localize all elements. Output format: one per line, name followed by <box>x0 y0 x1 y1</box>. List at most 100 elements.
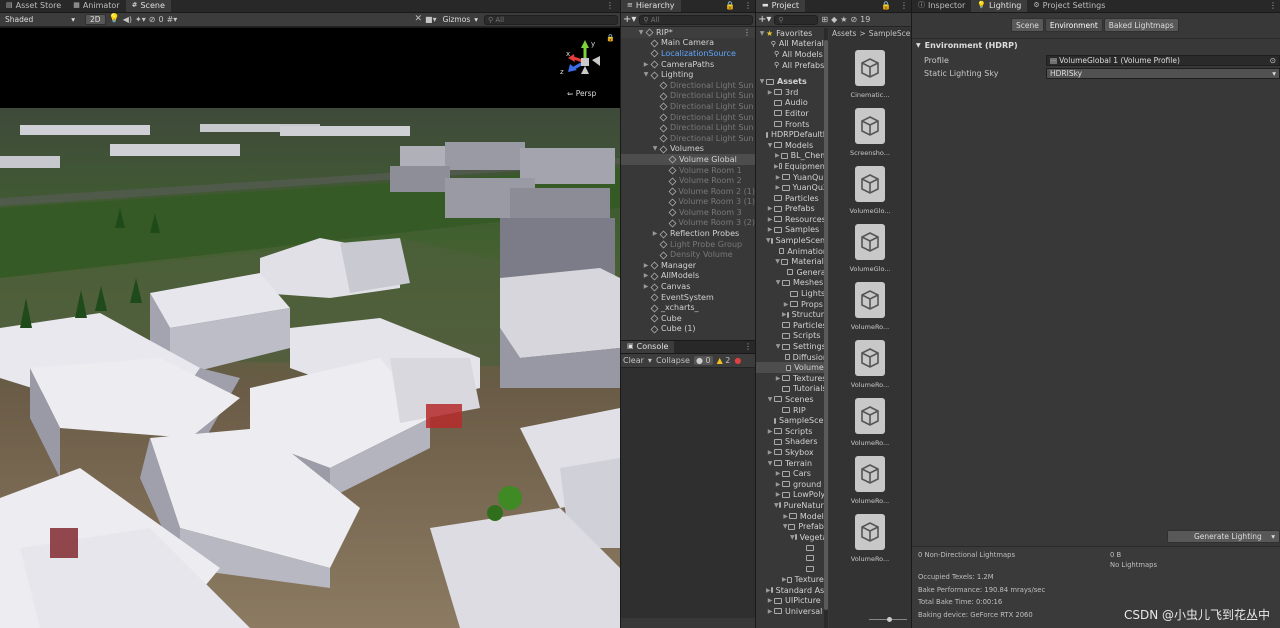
project-tree-item[interactable]: ▶UIPicture <box>756 595 828 606</box>
project-tree-item[interactable]: Tutorials <box>756 384 828 395</box>
project-search-input[interactable]: ⚲ <box>774 15 818 25</box>
expand-arrow-icon[interactable]: ▶ <box>766 587 771 594</box>
project-tree-item[interactable]: ▶Universal <box>756 606 828 617</box>
asset-item[interactable]: VolumeRo... <box>852 456 888 505</box>
project-tree-item[interactable]: Lights <box>756 288 828 299</box>
collapse-arrow-icon[interactable]: ▶ <box>642 61 650 68</box>
asset-item[interactable]: VolumeRo... <box>852 514 888 563</box>
project-tree-item[interactable]: ▶ground <box>756 479 828 490</box>
grid-icon[interactable]: #▾ <box>167 16 178 24</box>
project-tree-item[interactable]: ▶Prefabs <box>756 204 828 215</box>
chevron-down-icon[interactable]: ▾ <box>648 356 652 365</box>
hierarchy-item[interactable]: ▼Volumes <box>621 144 755 155</box>
expand-arrow-icon[interactable]: ▶ <box>774 491 782 498</box>
hierarchy-item[interactable]: Directional Light Sun <box>621 133 755 144</box>
object-picker-icon[interactable]: ⊙ <box>1270 56 1276 65</box>
favorite-icon[interactable]: ★ <box>840 15 847 24</box>
project-tree-item[interactable]: General <box>756 267 828 278</box>
hierarchy-item[interactable]: Volume Room 1 <box>621 165 755 176</box>
project-tree-item[interactable]: Volumes <box>756 362 828 373</box>
hierarchy-item[interactable]: Cube <box>621 313 755 324</box>
project-tree-item[interactable]: Audio <box>756 98 828 109</box>
tab-baked-lightmaps[interactable]: Baked Lightmaps <box>1104 18 1179 32</box>
asset-item[interactable]: VolumeGlo... <box>852 166 888 215</box>
project-tree-item[interactable]: Editor <box>756 108 828 119</box>
hierarchy-item[interactable]: Directional Light Sun <box>621 80 755 91</box>
hierarchy-item[interactable]: _xcharts_ <box>621 302 755 313</box>
project-tree-item[interactable]: ▶3rd <box>756 87 828 98</box>
scene-search-input[interactable]: ⚲ All <box>484 15 618 25</box>
project-tree-item[interactable]: RIP <box>756 405 828 416</box>
hierarchy-item[interactable]: Volume Room 3 <box>621 207 755 218</box>
project-tree-item[interactable]: Fronts <box>756 119 828 130</box>
profile-object-field[interactable]: ▤VolumeGlobal 1 (Volume Profile)⊙ <box>1046 55 1280 66</box>
hierarchy-item[interactable]: Volume Room 2 <box>621 175 755 186</box>
collapse-arrow-icon[interactable]: ▶ <box>651 230 659 237</box>
project-tree-item[interactable]: ▼Models <box>756 140 828 151</box>
tab-lighting[interactable]: 💡Lighting <box>971 0 1027 12</box>
project-tree-item[interactable]: ⚲All Models <box>756 49 828 60</box>
panel-menu-icon[interactable]: ⋮ <box>741 341 755 353</box>
tab-lighting-scene[interactable]: Scene <box>1011 18 1044 32</box>
expand-arrow-icon[interactable]: ▶ <box>774 174 782 181</box>
scene-menu-icon[interactable]: ⋮ <box>743 28 755 37</box>
hierarchy-item[interactable]: Density Volume <box>621 249 755 260</box>
expand-arrow-icon[interactable]: ▶ <box>766 205 774 212</box>
project-tree-item[interactable]: ▶Standard Assets <box>756 585 828 596</box>
effects-icon[interactable]: ✦▾ <box>135 16 146 24</box>
project-tree-item[interactable]: ▼Prefabs <box>756 521 828 532</box>
visibility-icon[interactable]: ⊘ <box>850 15 857 24</box>
lock-icon[interactable]: 🔒 <box>606 34 615 42</box>
expand-arrow-icon[interactable]: ▼ <box>766 142 774 149</box>
static-sky-dropdown[interactable]: HDRISky▾ <box>1046 68 1280 79</box>
expand-arrow-icon[interactable]: ▶ <box>766 608 774 615</box>
hierarchy-item[interactable]: ▼Lighting <box>621 69 755 80</box>
project-tree-item[interactable]: ▼PureNature <box>756 500 828 511</box>
hierarchy-item[interactable]: ▶Canvas <box>621 281 755 292</box>
project-tree-item[interactable]: ▶Props <box>756 299 828 310</box>
console-log-area[interactable] <box>621 368 755 618</box>
scene-viewport[interactable]: y x z 🔒 ⇐ Persp <box>0 28 620 628</box>
hierarchy-item[interactable]: ▶Reflection Probes <box>621 228 755 239</box>
expand-arrow-icon[interactable]: ▶ <box>782 301 790 308</box>
expand-arrow-icon[interactable]: ▼ <box>774 279 782 286</box>
info-filter[interactable]: ● 0 <box>694 356 713 365</box>
mode-2d-button[interactable]: 2D <box>85 14 106 25</box>
camera-projection-label[interactable]: ⇐ Persp <box>567 89 596 98</box>
lock-icon[interactable]: 🔒 <box>719 0 741 12</box>
project-tree-item[interactable]: ▼Vegetation <box>756 532 828 543</box>
hierarchy-item[interactable]: ▶AllModels <box>621 271 755 282</box>
tab-project[interactable]: ▬Project <box>756 0 805 12</box>
orientation-gizmo[interactable]: y x z <box>560 40 610 80</box>
project-tree-item[interactable]: Animation <box>756 246 828 257</box>
expand-arrow-icon[interactable]: ▶ <box>774 163 779 170</box>
hierarchy-item[interactable]: Directional Light Sun <box>621 101 755 112</box>
project-tree-item[interactable]: ▶Structure <box>756 309 828 320</box>
project-tree-item[interactable]: ▶Samples <box>756 225 828 236</box>
project-tree-item[interactable] <box>756 553 828 564</box>
hierarchy-item[interactable]: ▼RIP*⋮ <box>621 27 755 38</box>
hierarchy-item[interactable]: Directional Light Sun <box>621 112 755 123</box>
panel-menu-icon[interactable]: ⋮ <box>741 0 755 12</box>
project-tree-item[interactable]: ▶Cars <box>756 468 828 479</box>
project-tree-item[interactable]: SampleScene <box>756 415 828 426</box>
project-tree-item[interactable]: ▼★Favorites <box>756 28 828 39</box>
project-tree-item[interactable]: ⚲All Materials <box>756 39 828 50</box>
expand-arrow-icon[interactable]: ▼ <box>758 78 766 85</box>
project-tree-item[interactable]: ▶Skybox <box>756 447 828 458</box>
hierarchy-item[interactable]: ▶CameraPaths <box>621 59 755 70</box>
tab-hierarchy[interactable]: ≡Hierarchy <box>621 0 681 12</box>
environment-section-header[interactable]: ▼Environment (HDRP) <box>912 38 1280 51</box>
asset-item[interactable]: Screensho... <box>852 108 888 157</box>
expand-arrow-icon[interactable]: ▼ <box>790 534 795 541</box>
expand-arrow-icon[interactable]: ▼ <box>774 343 782 350</box>
add-icon[interactable]: +▾ <box>758 14 771 25</box>
expand-arrow-icon[interactable]: ▶ <box>766 449 774 456</box>
hierarchy-item[interactable]: Volume Global <box>621 154 755 165</box>
expand-arrow-icon[interactable]: ▼ <box>651 145 659 152</box>
asset-item[interactable]: VolumeRo... <box>852 340 888 389</box>
hierarchy-item[interactable]: Volume Room 2 (1) <box>621 186 755 197</box>
project-tree-item[interactable]: ▶LowPoly <box>756 490 828 501</box>
expand-arrow-icon[interactable]: ▶ <box>766 428 774 435</box>
expand-arrow-icon[interactable]: ▼ <box>766 396 774 403</box>
